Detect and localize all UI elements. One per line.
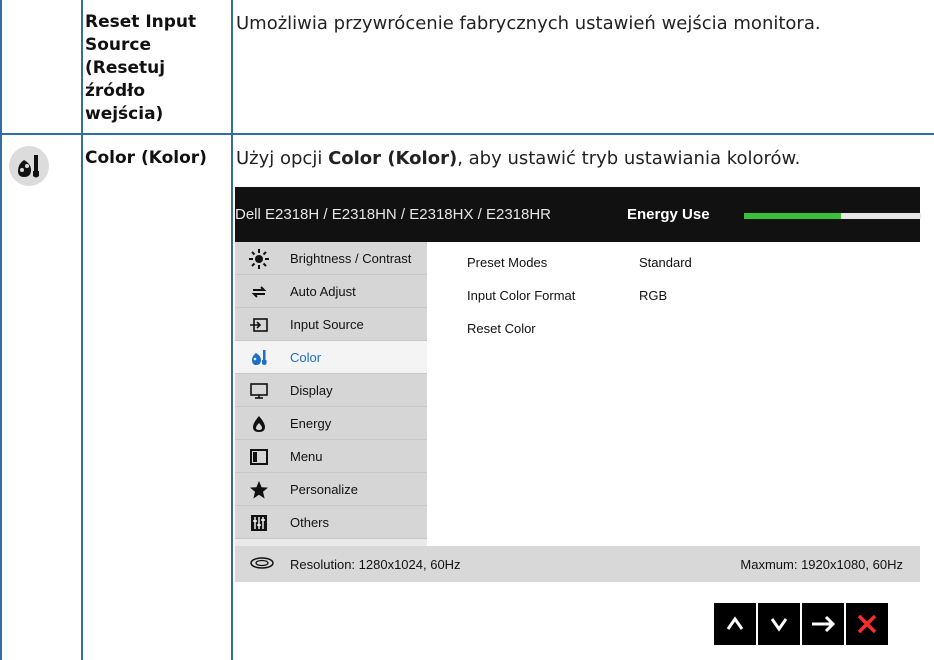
right-arrow-icon <box>812 615 836 633</box>
down-icon <box>770 618 788 632</box>
energy-use-bar <box>744 213 921 219</box>
row-description-color: Użyj opcji Color (Kolor), aby ustawić tr… <box>236 146 926 171</box>
menu-item-brightness-contrast[interactable]: Brightness / Contrast <box>235 242 427 275</box>
table-divider-2 <box>231 0 233 660</box>
osd-header: Dell E2318H / E2318HN / E2318HX / E2318H… <box>235 187 921 242</box>
up-button[interactable] <box>714 603 756 645</box>
menu-label-menu: Menu <box>290 449 323 464</box>
display-icon <box>249 381 269 401</box>
table-row-divider <box>0 133 934 135</box>
menu-item-menu[interactable]: Menu <box>235 440 427 473</box>
row-description-reset-input-source: Umożliwia przywrócenie fabrycznych ustaw… <box>236 13 821 34</box>
osd-title: Dell E2318H / E2318HN / E2318HX / E2318H… <box>235 206 552 223</box>
brightness-icon <box>249 249 269 269</box>
close-button[interactable] <box>846 603 888 645</box>
osd-menu-screenshot: Dell E2318H / E2318HN / E2318HX / E2318H… <box>235 187 921 582</box>
menu-label-personalize: Personalize <box>290 482 358 497</box>
reset-color-label[interactable]: Reset Color <box>467 321 536 336</box>
color-icon <box>9 146 49 186</box>
menu-item-personalize[interactable]: Personalize <box>235 473 427 506</box>
up-icon <box>726 616 744 630</box>
menu-item-energy[interactable]: Energy <box>235 407 427 440</box>
row-name-color: Color (Kolor) <box>85 148 207 168</box>
description-bold-term: Color (Kolor) <box>328 148 458 169</box>
star-icon <box>249 480 269 500</box>
menu-item-display[interactable]: Display <box>235 374 427 407</box>
row-name-reset-input-source: Reset Input Source (Resetuj źródło wejśc… <box>85 12 197 124</box>
energy-use-fill <box>744 213 842 219</box>
description-text-before: Użyj opcji <box>236 148 329 169</box>
menu-label-energy: Energy <box>290 416 332 431</box>
input-source-icon <box>249 315 269 335</box>
menu-item-input-source[interactable]: Input Source <box>235 308 427 341</box>
preset-modes-value: Standard <box>639 255 692 270</box>
menu-item-color[interactable]: Color <box>235 341 427 374</box>
menu-label-color: Color <box>290 350 322 365</box>
menu-label-auto-adjust: Auto Adjust <box>290 284 356 299</box>
osd-color-submenu: Preset Modes Standard Input Color Format… <box>427 242 920 546</box>
right-button[interactable] <box>802 603 844 645</box>
description-text-after: , aby ustawić tryb ustawiania kolorów. <box>457 148 801 169</box>
auto-adjust-icon <box>249 282 269 302</box>
input-color-format-label[interactable]: Input Color Format <box>467 288 575 303</box>
color-icon <box>249 348 269 368</box>
menu-label-others: Others <box>290 515 330 530</box>
menu-item-others[interactable]: Others <box>235 506 427 539</box>
energy-icon <box>249 414 269 434</box>
current-resolution: Resolution: 1280x1024, 60Hz <box>290 557 461 572</box>
osd-main-menu: Brightness / Contrast Auto Adjust Input … <box>235 242 427 546</box>
others-icon <box>249 513 269 533</box>
input-color-format-value: RGB <box>639 288 668 303</box>
table-divider-1 <box>81 0 83 660</box>
menu-icon <box>249 447 269 467</box>
menu-item-auto-adjust[interactable]: Auto Adjust <box>235 275 427 308</box>
energy-use-label: Energy Use <box>627 206 710 223</box>
menu-label-input-source: Input Source <box>290 317 364 332</box>
preset-modes-label[interactable]: Preset Modes <box>467 255 547 270</box>
osd-footer: Resolution: 1280x1024, 60Hz Maxmum: 1920… <box>235 546 920 582</box>
resolution-icon <box>250 555 274 571</box>
down-button[interactable] <box>758 603 800 645</box>
menu-label-brightness-contrast: Brightness / Contrast <box>290 251 412 266</box>
table-border-left <box>0 0 2 660</box>
close-icon <box>857 614 877 634</box>
menu-label-display: Display <box>290 383 333 398</box>
maximum-resolution: Maxmum: 1920x1080, 60Hz <box>740 557 903 572</box>
